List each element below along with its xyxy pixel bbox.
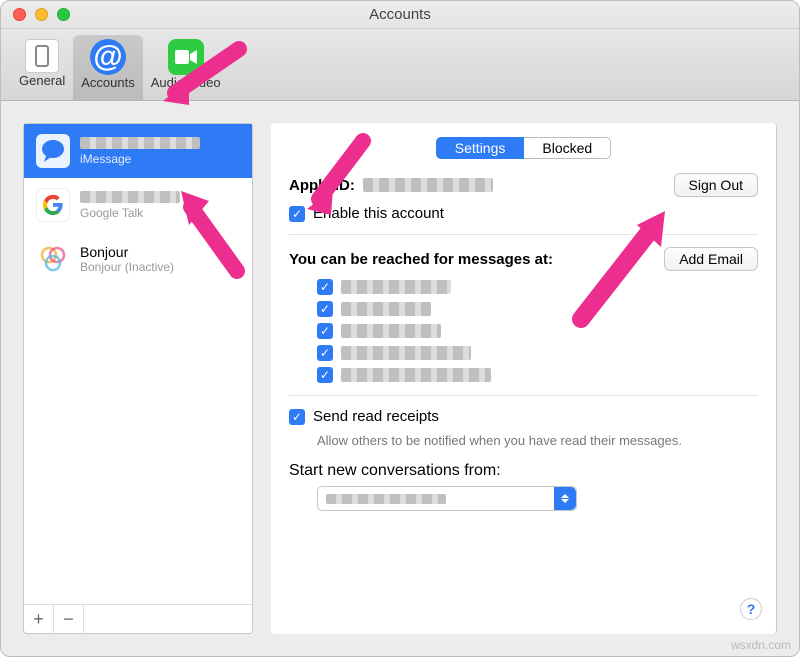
- enable-account-checkbox[interactable]: [289, 206, 305, 222]
- help-button[interactable]: ?: [740, 598, 762, 620]
- reachable-checkbox[interactable]: [317, 301, 333, 317]
- accounts-preferences-window: Accounts General @ Accounts Audio/Video: [0, 0, 800, 657]
- minimize-window-button[interactable]: [35, 8, 48, 21]
- window-title: Accounts: [1, 6, 799, 23]
- start-conversations-label: Start new conversations from:: [289, 462, 758, 480]
- apple-id-value: [363, 178, 493, 192]
- close-window-button[interactable]: [13, 8, 26, 21]
- redacted-text: [341, 280, 451, 294]
- add-account-button[interactable]: +: [24, 605, 54, 633]
- general-icon: [25, 39, 59, 73]
- segment-control: Settings Blocked: [289, 137, 758, 159]
- enable-account-label: Enable this account: [313, 205, 444, 222]
- preferences-toolbar: General @ Accounts Audio/Video: [1, 29, 799, 101]
- apple-id-label: Apple ID:: [289, 177, 355, 194]
- start-conversations-dropdown[interactable]: [317, 486, 577, 511]
- titlebar: Accounts: [1, 1, 799, 29]
- reachable-checkbox[interactable]: [317, 345, 333, 361]
- reachable-checkbox[interactable]: [317, 323, 333, 339]
- redacted-text: [341, 368, 491, 382]
- sidebar-footer: + −: [24, 604, 252, 633]
- reachable-list: [317, 279, 758, 383]
- zoom-window-button[interactable]: [57, 8, 70, 21]
- account-service-label: Google Talk: [80, 206, 180, 220]
- account-service-label: iMessage: [80, 152, 200, 166]
- video-icon: [168, 39, 204, 75]
- watermark-text: wsxdn.com: [731, 638, 791, 652]
- traffic-lights: [13, 8, 70, 21]
- read-receipts-label: Send read receipts: [313, 408, 439, 425]
- redacted-text: [341, 324, 441, 338]
- account-item-google[interactable]: Google Talk: [24, 178, 252, 232]
- reached-at-label: You can be reached for messages at:: [289, 251, 553, 268]
- redacted-text: [341, 302, 431, 316]
- sign-out-button[interactable]: Sign Out: [674, 173, 758, 197]
- accounts-sidebar: iMessage Google Talk: [23, 123, 253, 634]
- content-area: iMessage Google Talk: [1, 101, 799, 656]
- bonjour-icon: [36, 242, 70, 276]
- read-receipts-checkbox[interactable]: [289, 409, 305, 425]
- segment-blocked[interactable]: Blocked: [524, 137, 611, 159]
- add-email-button[interactable]: Add Email: [664, 247, 758, 271]
- tab-audio-video[interactable]: Audio/Video: [143, 35, 229, 100]
- redacted-text: [341, 346, 471, 360]
- account-settings-panel: Settings Blocked Apple ID: Sign Out Enab…: [271, 123, 777, 634]
- redacted-text: [80, 137, 200, 149]
- account-item-imessage[interactable]: iMessage: [24, 124, 252, 178]
- reachable-checkbox[interactable]: [317, 367, 333, 383]
- remove-account-button[interactable]: −: [54, 605, 84, 633]
- segment-settings[interactable]: Settings: [436, 137, 525, 159]
- read-receipts-hint: Allow others to be notified when you hav…: [317, 433, 758, 448]
- imessage-icon: [36, 134, 70, 168]
- account-service-label: Bonjour (Inactive): [80, 260, 174, 274]
- account-item-bonjour[interactable]: Bonjour Bonjour (Inactive): [24, 232, 252, 286]
- redacted-text: [80, 191, 180, 203]
- reachable-checkbox[interactable]: [317, 279, 333, 295]
- account-title: Bonjour: [80, 244, 174, 260]
- accounts-list: iMessage Google Talk: [24, 124, 252, 604]
- google-icon: [36, 188, 70, 222]
- at-icon: @: [90, 39, 126, 75]
- dropdown-arrows-icon: [554, 487, 576, 510]
- redacted-text: [326, 494, 446, 504]
- tab-general[interactable]: General: [11, 35, 73, 100]
- tab-accounts[interactable]: @ Accounts: [73, 35, 142, 100]
